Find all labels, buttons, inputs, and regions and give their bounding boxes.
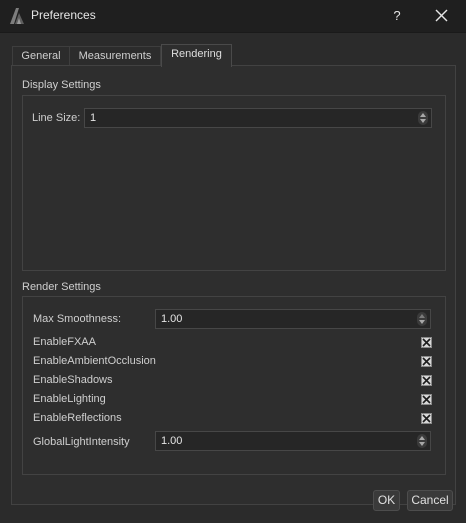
enable-ambient-occlusion-label: EnableAmbientOcclusion [33,355,156,367]
title-bar: Preferences ? [0,0,466,33]
help-button[interactable]: ? [384,4,410,28]
enable-lighting-label: EnableLighting [33,393,106,405]
line-size-label: Line Size: [32,112,81,124]
tab-measurements[interactable]: Measurements [69,46,161,66]
app-logo-icon [8,7,26,25]
global-light-intensity-label: GlobalLightIntensity [33,436,130,448]
render-settings-title: Render Settings [22,281,101,293]
spin-arrows-icon[interactable] [418,111,428,125]
tab-general[interactable]: General [12,46,70,66]
max-smoothness-spinbox[interactable]: 1.00 [155,309,431,329]
ok-button[interactable]: OK [373,490,400,511]
enable-reflections-label: EnableReflections [33,412,122,424]
rendering-pane: Display Settings Line Size: 1 Render Set… [11,65,456,505]
enable-fxaa-label: EnableFXAA [33,336,96,348]
close-icon[interactable] [428,4,454,28]
enable-reflections-checkbox[interactable] [421,413,432,424]
line-size-value: 1 [90,112,97,124]
enable-lighting-checkbox[interactable] [421,394,432,405]
spin-arrows-icon[interactable] [417,312,427,326]
spin-arrows-icon[interactable] [417,434,427,448]
tab-rendering[interactable]: Rendering [161,44,232,67]
dialog-body: General Measurements Rendering Display S… [0,33,466,523]
cancel-button[interactable]: Cancel [407,490,453,511]
enable-shadows-label: EnableShadows [33,374,113,386]
global-light-intensity-value: 1.00 [161,435,183,447]
global-light-intensity-spinbox[interactable]: 1.00 [155,431,431,451]
enable-ambient-occlusion-checkbox[interactable] [421,356,432,367]
enable-shadows-checkbox[interactable] [421,375,432,386]
render-settings-group: Max Smoothness: 1.00 EnableFXAA EnableAm… [22,296,446,475]
window-title: Preferences [31,8,96,22]
max-smoothness-value: 1.00 [161,313,183,325]
max-smoothness-label: Max Smoothness: [33,313,122,325]
line-size-spinbox[interactable]: 1 [84,108,432,128]
display-settings-title: Display Settings [22,79,101,91]
enable-fxaa-checkbox[interactable] [421,337,432,348]
display-settings-group: Line Size: 1 [22,95,446,271]
